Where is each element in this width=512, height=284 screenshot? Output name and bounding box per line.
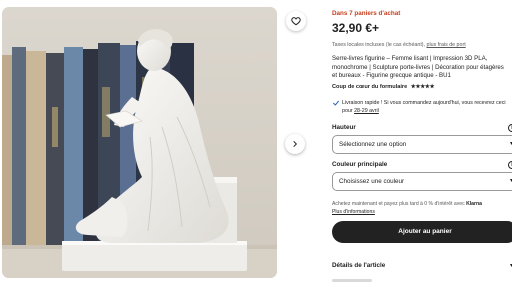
delivery-date: 28-29 avril (354, 108, 379, 114)
add-to-cart-button[interactable]: Ajouter au panier (332, 221, 512, 243)
next-section-hint (332, 279, 392, 284)
tag-label: Coup de cœur du formulaire (332, 84, 408, 90)
tax-label: Taxes locales incluses (le cas échéant), (332, 42, 426, 48)
carts-count-text: Dans 7 paniers d'achat (332, 10, 401, 17)
product-info-panel: Dans 7 paniers d'achat 32,90 €+ Taxes lo… (332, 0, 512, 284)
product-image[interactable] (2, 7, 277, 278)
info-icon[interactable]: i (508, 124, 512, 132)
klarna-info: Achetez maintenant et payez plus tard à … (332, 201, 512, 216)
product-title: Serre-livres figurine – Femme lisant | I… (332, 55, 504, 80)
statue-bookend-illustration (2, 7, 277, 278)
price: 32,90 €+ (332, 21, 380, 35)
klarna-brand: Klarna (466, 201, 482, 207)
color-select-value: Choisissez une couleur (339, 178, 405, 185)
heart-icon (291, 17, 301, 26)
checkmark-icon (332, 100, 340, 106)
klarna-text: Achetez maintenant et payez plus tard à … (332, 201, 465, 207)
color-select[interactable]: Choisissez une couleur ▾ (332, 172, 512, 191)
height-select-value: Sélectionnez une option (339, 141, 407, 148)
tax-text: Taxes locales incluses (le cas échéant),… (332, 42, 466, 48)
color-label: Couleur principale (332, 161, 388, 168)
height-select[interactable]: Sélectionnez une option ▾ (332, 135, 512, 154)
delivery-text: Livraison rapide ! Si vous commandez auj… (342, 99, 512, 115)
klarna-more-link[interactable]: Plus d'informations (332, 209, 375, 215)
info-icon[interactable]: i (508, 161, 512, 169)
favorite-button[interactable] (286, 11, 306, 31)
next-image-button[interactable] (285, 134, 305, 154)
height-label: Hauteur (332, 124, 356, 131)
shipping-link[interactable]: plus frais de port (427, 42, 466, 48)
chevron-right-icon (293, 140, 298, 148)
item-details-toggle[interactable]: Détails de l'article (332, 262, 385, 269)
star-rating: ★★★★★ (410, 84, 435, 90)
tag-row: Coup de cœur du formulaire ★★★★★ (332, 84, 435, 90)
